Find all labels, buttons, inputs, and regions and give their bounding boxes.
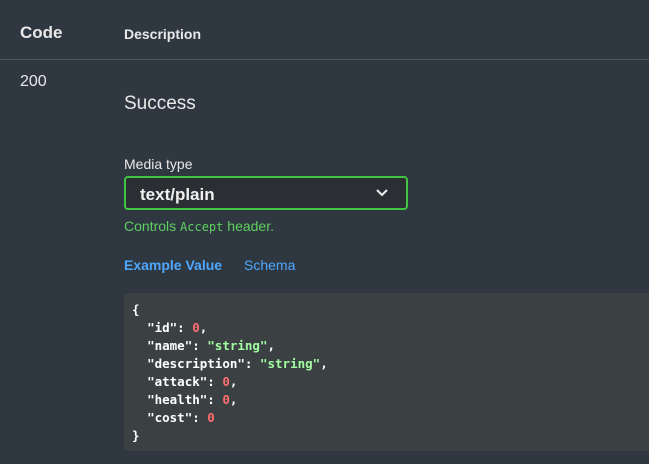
json-key: "id" (147, 320, 178, 335)
json-key: "attack" (147, 374, 208, 389)
description-column-header: Description (124, 26, 202, 42)
json-open-brace: { (132, 302, 140, 317)
json-key: "name" (147, 338, 193, 353)
media-type-select[interactable]: text/plain (124, 176, 408, 210)
responses-panel: Code Description 200 Success Media type … (0, 0, 649, 464)
controls-prefix: Controls (124, 218, 181, 234)
json-close-brace: } (132, 428, 140, 443)
controls-suffix: header. (223, 218, 274, 234)
json-value: 0 (222, 374, 230, 389)
media-type-label: Media type (124, 156, 193, 172)
json-value: 0 (192, 320, 200, 335)
json-value: "string" (259, 356, 321, 371)
json-key: "health" (147, 392, 208, 407)
json-value: 0 (207, 410, 215, 425)
json-key: "description" (147, 356, 245, 371)
json-value: "string" (207, 338, 268, 353)
chevron-down-icon (376, 189, 388, 197)
accept-header-code: Accept (180, 220, 224, 234)
tab-example-value[interactable]: Example Value (124, 257, 222, 273)
code-column-header: Code (20, 23, 63, 42)
tab-schema[interactable]: Schema (244, 257, 295, 273)
json-value: 0 (222, 392, 230, 407)
example-json: { "id": 0, "name": "string", "descriptio… (132, 302, 328, 443)
responses-table-header: Code Description (0, 0, 649, 60)
json-key: "cost" (147, 410, 193, 425)
response-description: Success (124, 93, 196, 114)
controls-accept-hint: Controls Accept header. (124, 218, 274, 234)
media-type-selected-value: text/plain (140, 185, 215, 204)
example-value-code-block: { "id": 0, "name": "string", "descriptio… (124, 293, 649, 451)
response-status-code: 200 (20, 73, 47, 90)
